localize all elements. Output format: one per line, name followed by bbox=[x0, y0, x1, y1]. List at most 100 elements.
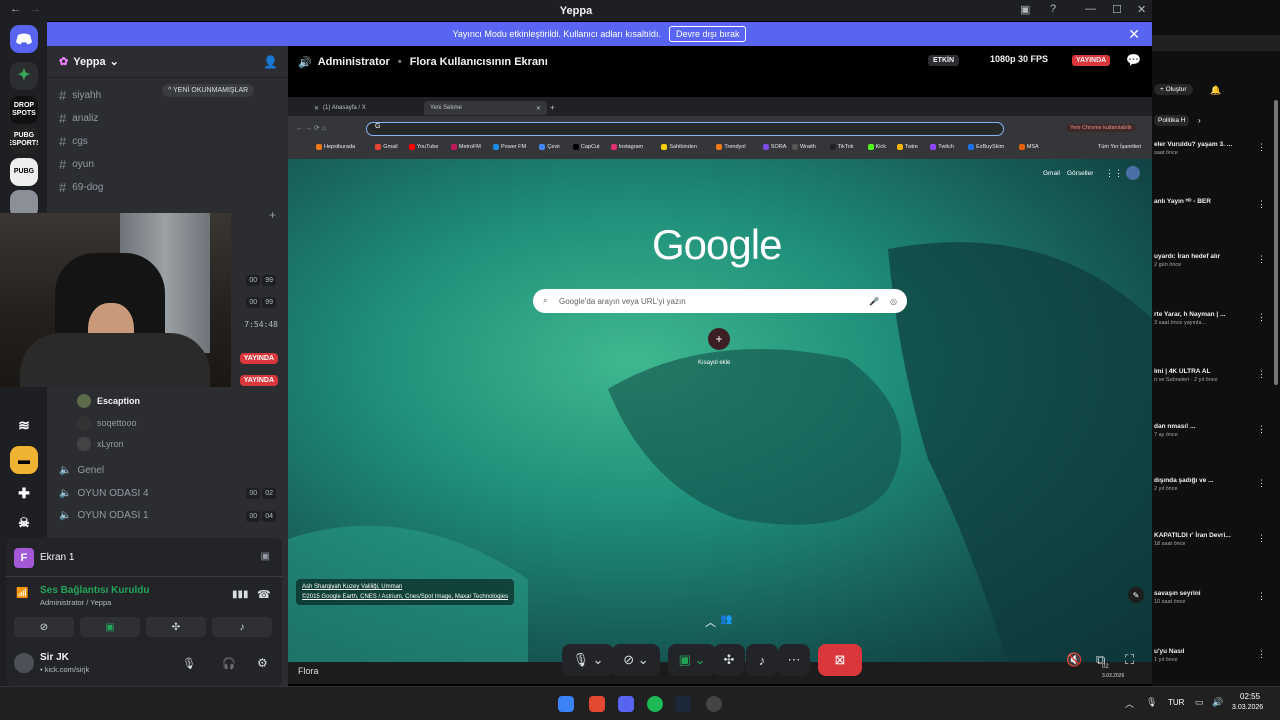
profile-avatar[interactable] bbox=[1126, 166, 1140, 180]
bookmark-item[interactable]: Kick bbox=[867, 144, 886, 150]
video-item[interactable]: u'yu Nasıl 1 yıl önce bbox=[1154, 647, 1266, 665]
fullscreen-icon[interactable]: ⛶ bbox=[1125, 652, 1134, 668]
more-options-icon[interactable]: ⋮ bbox=[1257, 533, 1266, 544]
mic-tray-icon[interactable]: 🎙 bbox=[1146, 697, 1157, 708]
windows-start-icon[interactable] bbox=[558, 696, 574, 712]
noise-suppression-icon[interactable]: ▮▮▮ bbox=[232, 589, 249, 600]
network-icon[interactable]: ▭ bbox=[1195, 697, 1204, 708]
language-indicator[interactable]: TUR bbox=[1168, 698, 1184, 707]
puzzle-server-icon[interactable]: ✚ bbox=[10, 479, 38, 507]
bookmark-item[interactable]: TikTok bbox=[829, 144, 853, 150]
more-options-icon[interactable]: ⋮ bbox=[1257, 199, 1266, 210]
brave-icon[interactable] bbox=[589, 696, 605, 712]
minimize-icon[interactable]: — bbox=[1085, 3, 1096, 15]
stop-watching-button[interactable]: ⊠ bbox=[818, 644, 862, 676]
screen-share-toggle[interactable]: ▣ ⌄ bbox=[668, 644, 716, 676]
connection-status[interactable]: Ses Bağlantısı Kuruldu bbox=[40, 585, 149, 596]
lens-icon[interactable]: ◎ bbox=[890, 297, 897, 306]
apps-grid-icon[interactable]: ⋮⋮ bbox=[1105, 168, 1123, 179]
video-item[interactable]: eler Vuruldu? yaşam 3. ... saat önce bbox=[1154, 140, 1266, 158]
pubg-server-icon[interactable]: PUBG bbox=[10, 158, 38, 186]
bookmark-item[interactable]: Hepsiburada bbox=[316, 144, 355, 150]
bookmark-item[interactable]: CapCut bbox=[572, 144, 600, 150]
disconnect-icon[interactable]: ☎ bbox=[257, 588, 271, 601]
more-options-icon[interactable]: ⋮ bbox=[1257, 254, 1266, 265]
more-options-icon[interactable]: ⋮ bbox=[1257, 478, 1266, 489]
bookmark-item[interactable]: YouTube bbox=[408, 144, 438, 150]
chevron-right-icon[interactable]: › bbox=[1198, 116, 1201, 125]
bookmark-item[interactable]: Çevir bbox=[539, 144, 560, 150]
bookmark-item[interactable]: Twire bbox=[896, 144, 918, 150]
car-server-icon[interactable]: ▬ bbox=[10, 446, 38, 474]
more-options-icon[interactable]: ⋮ bbox=[1257, 369, 1266, 380]
filter-chip[interactable]: Politika H bbox=[1154, 115, 1190, 126]
microphone-icon[interactable]: 🎙 bbox=[182, 657, 196, 670]
discord-icon[interactable] bbox=[618, 696, 634, 712]
maximize-icon[interactable]: ☐ bbox=[1112, 3, 1122, 16]
avatar[interactable] bbox=[14, 653, 34, 673]
gear-icon[interactable]: ⚙ bbox=[257, 656, 268, 670]
pubg-esports-server-icon[interactable]: PUBG ESPORTS bbox=[10, 126, 38, 154]
channel-oyun[interactable]: # oyun bbox=[59, 157, 94, 172]
channel-69-dog[interactable]: #69-dog bbox=[59, 180, 103, 195]
close-window-icon[interactable]: ✕ bbox=[1137, 3, 1146, 16]
bookmark-item[interactable]: SORA bbox=[762, 144, 786, 150]
browser-tab[interactable]: Yeni Sekme ✕ bbox=[424, 101, 547, 115]
scrollbar[interactable] bbox=[1274, 100, 1278, 385]
headphones-icon[interactable]: 🎧 bbox=[222, 657, 236, 670]
soundboard-button[interactable]: ♪ bbox=[212, 617, 272, 637]
bookmark-item[interactable]: Wraith bbox=[792, 144, 816, 150]
taskbar-date[interactable]: 3.03.2026 bbox=[1232, 704, 1263, 711]
disable-streamer-mode-button[interactable]: Devre dışı bırak bbox=[668, 26, 747, 42]
discord-home-icon[interactable] bbox=[10, 25, 38, 53]
skull-server-icon[interactable]: ☠ bbox=[10, 509, 38, 537]
gmail-link[interactable]: Gmail bbox=[1043, 170, 1060, 177]
customize-pencil-icon[interactable]: ✎ bbox=[1128, 587, 1144, 603]
voice-user[interactable]: soqettooo bbox=[77, 416, 137, 430]
layers-server-icon[interactable]: ≋ bbox=[10, 411, 38, 439]
close-tab-icon[interactable]: ✕ bbox=[536, 105, 541, 112]
voice-channel-oyun-odasi-1[interactable]: 🔈 OYUN ODASI 1 bbox=[59, 510, 149, 521]
volume-icon[interactable]: 🔊 bbox=[1212, 697, 1223, 708]
omnibox[interactable]: G bbox=[366, 122, 1004, 136]
volume-mute-icon[interactable]: 🔇 bbox=[1066, 652, 1082, 668]
more-options-icon[interactable]: ⋮ bbox=[1257, 142, 1266, 153]
inbox-icon[interactable]: ▣ bbox=[1020, 3, 1030, 16]
video-item[interactable]: dan nması! ... 7 ay önce bbox=[1154, 422, 1266, 440]
webcam-overlay[interactable] bbox=[0, 213, 231, 387]
close-banner-icon[interactable]: ✕ bbox=[1128, 26, 1140, 43]
mute-button[interactable]: 🎙 ⌄ bbox=[562, 644, 614, 676]
voice-user[interactable]: Escaption bbox=[77, 394, 140, 408]
help-icon[interactable]: ? bbox=[1050, 3, 1056, 15]
bookmark-item[interactable]: MetroFM bbox=[450, 144, 481, 150]
notifications-icon[interactable]: 🔔 bbox=[1210, 85, 1221, 96]
credit-location[interactable]: Ash Sharqiyah Kuzey Valiliği, Umman bbox=[302, 582, 508, 592]
voice-channel-oyun-odasi-4[interactable]: 🔈 OYUN ODASI 4 bbox=[59, 488, 149, 499]
activities-button[interactable]: ✣ bbox=[713, 644, 745, 676]
video-item[interactable]: anlı Yayın ᴴᴰ - BER bbox=[1154, 197, 1266, 206]
bookmark-item[interactable]: Sahibinden bbox=[661, 144, 697, 150]
channel-analiz[interactable]: # analiz bbox=[59, 111, 98, 126]
spotify-icon[interactable] bbox=[647, 696, 663, 712]
bookmark-item[interactable]: Gmail bbox=[375, 144, 398, 150]
bookmark-item[interactable]: Trendyol bbox=[716, 144, 746, 150]
participants-icon[interactable]: 👥 bbox=[720, 614, 732, 625]
taskbar-clock[interactable]: 02:55 bbox=[1240, 692, 1260, 701]
soundboard-button[interactable]: ♪ bbox=[746, 644, 778, 676]
more-options-button[interactable]: ⋯ bbox=[778, 644, 810, 676]
yeppa-server-icon[interactable]: ✦ bbox=[10, 62, 38, 90]
bookmark-item[interactable]: Instagram bbox=[610, 144, 643, 150]
new-chrome-chip[interactable]: Yeni Chrome kullanılabilir bbox=[1066, 124, 1136, 132]
screen-share-settings-icon[interactable]: ▣ bbox=[261, 551, 270, 562]
shared-screen[interactable]: ✕(1) Anasayfa / X✕ Yeni Sekme✕ + ← → ⟳ ⌂… bbox=[288, 97, 1152, 684]
activities-button[interactable]: ✣ bbox=[146, 617, 206, 637]
video-button[interactable]: ⊘ ⌄ bbox=[612, 644, 660, 676]
channel-siyahh[interactable]: # siyahh bbox=[59, 88, 101, 103]
steam-icon[interactable] bbox=[675, 696, 691, 712]
new-unread-pill[interactable]: ^ YENİ OKUNMAMIŞLAR bbox=[162, 84, 255, 97]
bookmark-item[interactable]: MSA bbox=[1018, 144, 1039, 150]
video-item[interactable]: KAPATILDI r' İran Devri... 18 saat önce bbox=[1154, 531, 1266, 549]
add-shortcut-button[interactable]: + bbox=[708, 328, 730, 350]
voice-channel-name[interactable]: Administrator bbox=[318, 56, 390, 68]
more-options-icon[interactable]: ⋮ bbox=[1257, 424, 1266, 435]
